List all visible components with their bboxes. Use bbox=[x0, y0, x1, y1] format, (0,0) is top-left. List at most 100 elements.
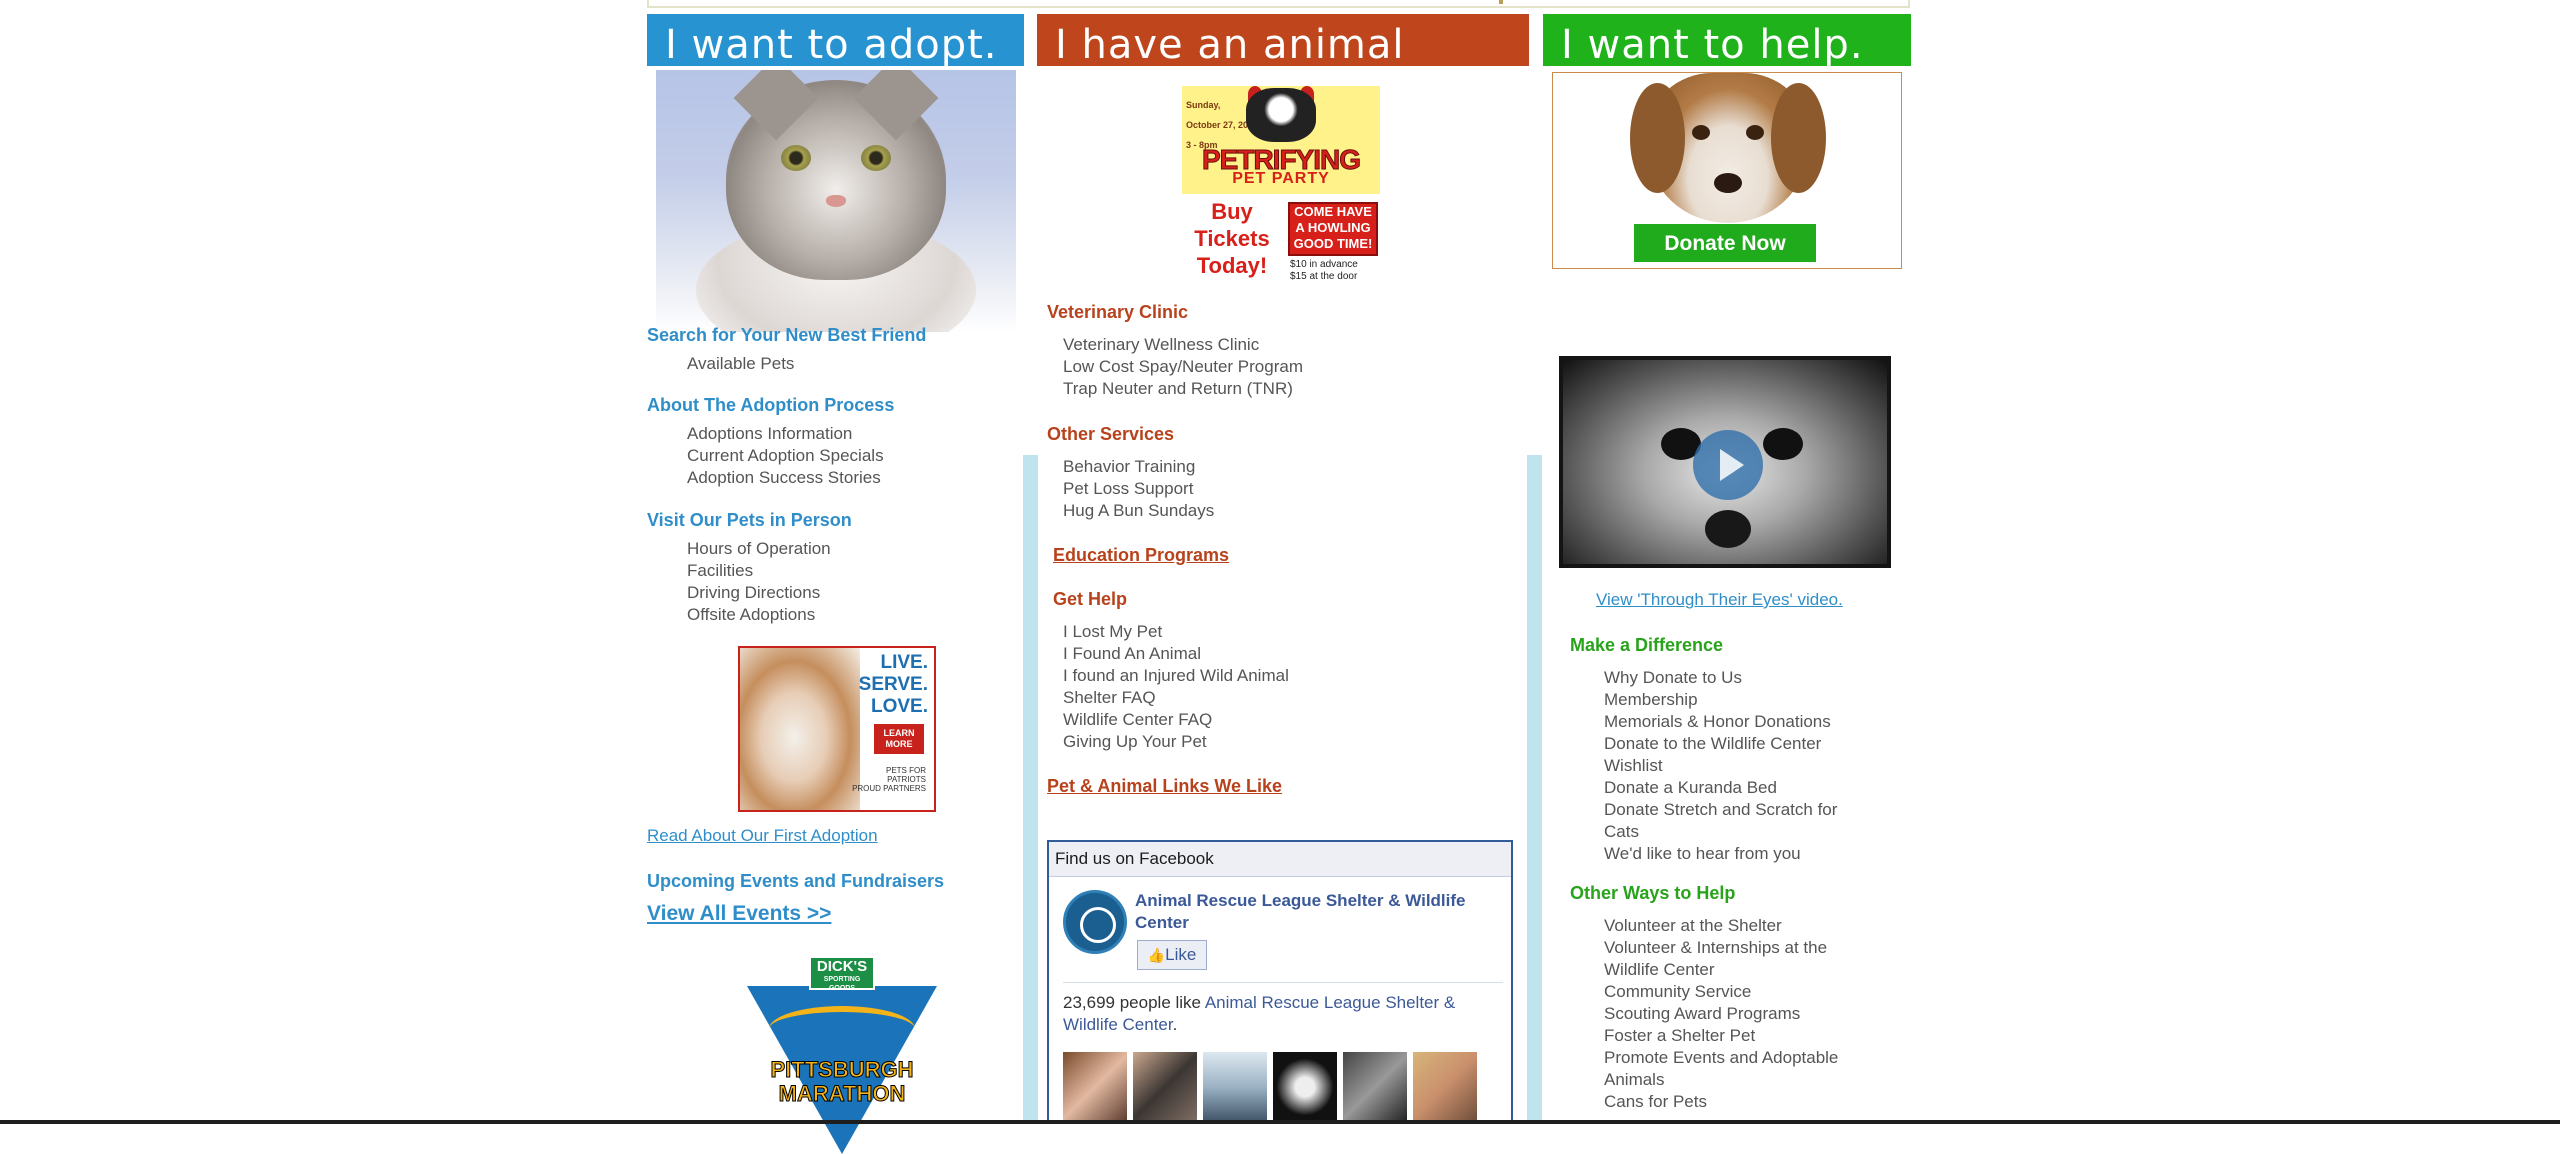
promote-events-link[interactable]: Promote Events and Adoptable Animals bbox=[1604, 1047, 1874, 1091]
view-video-link[interactable]: View 'Through Their Eyes' video. bbox=[1596, 590, 1843, 610]
driving-directions-link[interactable]: Driving Directions bbox=[687, 582, 831, 604]
other-ways-links: Volunteer at the Shelter Volunteer & Int… bbox=[1604, 915, 1874, 1113]
learn-more-button[interactable]: LEARN MORE bbox=[874, 724, 924, 754]
facebook-header: Find us on Facebook bbox=[1049, 842, 1511, 877]
ad-slogan: LIVE. SERVE. LOVE. bbox=[858, 652, 928, 717]
pet-loss-support-link[interactable]: Pet Loss Support bbox=[1063, 478, 1214, 500]
giving-up-pet-link[interactable]: Giving Up Your Pet bbox=[1063, 731, 1289, 753]
buy-tickets-text: Buy Tickets Today! bbox=[1194, 199, 1270, 278]
donate-dog-banner[interactable]: Donate Now bbox=[1552, 72, 1902, 269]
fan-avatar[interactable] bbox=[1203, 1052, 1267, 1122]
available-pets-link[interactable]: Available Pets bbox=[687, 353, 794, 375]
kuranda-bed-link[interactable]: Donate a Kuranda Bed bbox=[1604, 777, 1874, 799]
facebook-page-name[interactable]: Animal Rescue League Shelter & Wildlife … bbox=[1135, 890, 1495, 934]
like-label: Like bbox=[1165, 945, 1197, 964]
fan-avatar[interactable] bbox=[1413, 1052, 1477, 1122]
middle-column-left-stripe bbox=[1023, 455, 1038, 1124]
volunteer-wildlife-link[interactable]: Volunteer & Internships at the Wildlife … bbox=[1604, 937, 1874, 981]
party-subtitle: PET PARTY bbox=[1232, 170, 1330, 187]
window-bottom-edge bbox=[0, 1120, 2560, 1124]
make-a-difference-links: Why Donate to Us Membership Memorials & … bbox=[1604, 667, 1874, 865]
get-help-links: I Lost My Pet I Found An Animal I found … bbox=[1063, 621, 1289, 753]
fan-avatar[interactable] bbox=[1273, 1052, 1337, 1122]
upcoming-events-heading[interactable]: Upcoming Events and Fundraisers bbox=[647, 871, 944, 892]
pittsburgh-marathon-logo[interactable]: DICK'S SPORTING GOODS PITTSBURGH MARATHO… bbox=[747, 956, 937, 1154]
first-adoption-link[interactable]: Read About Our First Adoption bbox=[647, 826, 878, 846]
why-donate-link[interactable]: Why Donate to Us bbox=[1604, 667, 1874, 689]
hug-a-bun-link[interactable]: Hug A Bun Sundays bbox=[1063, 500, 1214, 522]
animal-links-link[interactable]: Pet & Animal Links We Like bbox=[1047, 776, 1282, 797]
video-dog-eye bbox=[1763, 428, 1803, 460]
fan-avatar[interactable] bbox=[1133, 1052, 1197, 1122]
facebook-widget: Find us on Facebook Animal Rescue League… bbox=[1047, 840, 1513, 1124]
thumbs-up-icon: 👍 bbox=[1147, 947, 1166, 963]
foster-pet-link[interactable]: Foster a Shelter Pet bbox=[1604, 1025, 1874, 1047]
hear-from-you-link[interactable]: We'd like to hear from you bbox=[1604, 843, 1874, 865]
wellness-clinic-link[interactable]: Veterinary Wellness Clinic bbox=[1063, 334, 1303, 356]
facebook-like-count: 23,699 people like Animal Rescue League … bbox=[1063, 993, 1456, 1034]
spay-neuter-link[interactable]: Low Cost Spay/Neuter Program bbox=[1063, 356, 1303, 378]
found-animal-link[interactable]: I Found An Animal bbox=[1063, 643, 1289, 665]
fan-avatar[interactable] bbox=[1343, 1052, 1407, 1122]
play-icon[interactable] bbox=[1693, 430, 1763, 500]
volunteer-shelter-link[interactable]: Volunteer at the Shelter bbox=[1604, 915, 1874, 937]
have-animal-header[interactable]: I have an animal bbox=[1037, 14, 1529, 66]
adopt-header[interactable]: I want to adopt. bbox=[647, 14, 1024, 66]
behavior-training-link[interactable]: Behavior Training bbox=[1063, 456, 1214, 478]
cat-eye bbox=[781, 145, 811, 171]
tnr-link[interactable]: Trap Neuter and Return (TNR) bbox=[1063, 378, 1303, 400]
community-service-link[interactable]: Community Service bbox=[1604, 981, 1874, 1003]
offsite-adoptions-link[interactable]: Offsite Adoptions bbox=[687, 604, 831, 626]
marathon-wordmark: PITTSBURGH MARATHON bbox=[770, 1057, 914, 1106]
cat-ear bbox=[733, 70, 819, 141]
through-their-eyes-video[interactable] bbox=[1559, 356, 1891, 568]
get-help-heading[interactable]: Get Help bbox=[1053, 589, 1127, 610]
injured-wild-animal-link[interactable]: I found an Injured Wild Animal bbox=[1063, 665, 1289, 687]
cans-for-pets-link[interactable]: Cans for Pets bbox=[1604, 1091, 1874, 1113]
page-logo-icon[interactable] bbox=[1063, 890, 1127, 954]
like-count-text: 23,699 people like bbox=[1063, 993, 1202, 1012]
visit-pets-links: Hours of Operation Facilities Driving Di… bbox=[687, 538, 831, 626]
adoptions-information-link[interactable]: Adoptions Information bbox=[687, 423, 884, 445]
education-programs-link[interactable]: Education Programs bbox=[1053, 545, 1229, 566]
lost-pet-link[interactable]: I Lost My Pet bbox=[1063, 621, 1289, 643]
help-header[interactable]: I want to help. bbox=[1543, 14, 1911, 66]
visit-pets-heading[interactable]: Visit Our Pets in Person bbox=[647, 510, 852, 531]
wildlife-wishlist-link[interactable]: Donate to the Wildlife Center Wishlist bbox=[1604, 733, 1874, 777]
cat-ear bbox=[853, 70, 939, 141]
adoption-process-heading[interactable]: About The Adoption Process bbox=[647, 395, 894, 416]
live-serve-love-ad[interactable]: LIVE. SERVE. LOVE. LEARN MORE PETS FOR P… bbox=[738, 646, 936, 812]
marathon-bridge bbox=[769, 1006, 915, 1052]
beagle-ear bbox=[1771, 83, 1826, 193]
top-border bbox=[647, 0, 1910, 8]
have-animal-column: Sunday, October 27, 2013 3 - 8pm PETRIFY… bbox=[1037, 70, 1529, 1124]
facebook-like-button[interactable]: 👍Like bbox=[1137, 940, 1207, 970]
middle-column-right-stripe bbox=[1527, 455, 1542, 1124]
hours-of-operation-link[interactable]: Hours of Operation bbox=[687, 538, 831, 560]
shelter-faq-link[interactable]: Shelter FAQ bbox=[1063, 687, 1289, 709]
top-marker bbox=[1499, 0, 1503, 4]
wildlife-faq-link[interactable]: Wildlife Center FAQ bbox=[1063, 709, 1289, 731]
cat-photo[interactable] bbox=[656, 70, 1016, 332]
membership-link[interactable]: Membership bbox=[1604, 689, 1874, 711]
other-ways-heading[interactable]: Other Ways to Help bbox=[1570, 883, 1735, 904]
stretch-scratch-link[interactable]: Donate Stretch and Scratch for Cats bbox=[1604, 799, 1874, 843]
adoption-success-stories-link[interactable]: Adoption Success Stories bbox=[687, 467, 884, 489]
donate-now-button[interactable]: Donate Now bbox=[1633, 223, 1817, 263]
make-a-difference-heading[interactable]: Make a Difference bbox=[1570, 635, 1723, 656]
other-services-heading[interactable]: Other Services bbox=[1047, 424, 1174, 445]
veterinary-links: Veterinary Wellness Clinic Low Cost Spay… bbox=[1063, 334, 1303, 400]
party-dog-image bbox=[1246, 88, 1316, 142]
search-best-friend-heading[interactable]: Search for Your New Best Friend bbox=[647, 325, 926, 346]
scouting-award-link[interactable]: Scouting Award Programs bbox=[1604, 1003, 1874, 1025]
veterinary-clinic-heading[interactable]: Veterinary Clinic bbox=[1047, 302, 1188, 323]
memorials-link[interactable]: Memorials & Honor Donations bbox=[1604, 711, 1874, 733]
pets-for-patriots-logo: PETS FOR PATRIOTS PROUD PARTNERS bbox=[852, 766, 926, 793]
fan-avatar[interactable] bbox=[1063, 1052, 1127, 1122]
facilities-link[interactable]: Facilities bbox=[687, 560, 831, 582]
cat-head bbox=[726, 70, 946, 280]
cat-nose bbox=[826, 195, 846, 207]
view-all-events-link[interactable]: View All Events >> bbox=[647, 902, 831, 926]
petrifying-pet-party-ad[interactable]: Sunday, October 27, 2013 3 - 8pm PETRIFY… bbox=[1182, 86, 1380, 290]
adoption-specials-link[interactable]: Current Adoption Specials bbox=[687, 445, 884, 467]
